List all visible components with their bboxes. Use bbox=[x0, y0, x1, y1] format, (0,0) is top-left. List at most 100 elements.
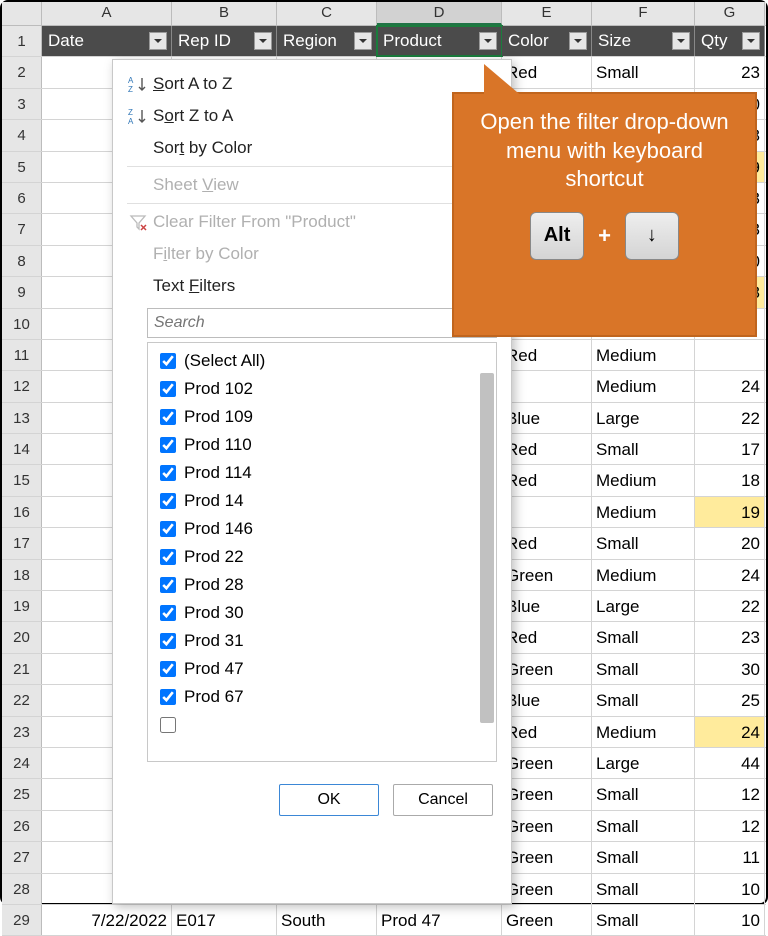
checkbox[interactable] bbox=[160, 577, 176, 593]
cell-size[interactable]: Small bbox=[592, 685, 695, 715]
filter-check-item[interactable]: Prod 114 bbox=[154, 459, 490, 487]
cell-date[interactable]: 7/22/2022 bbox=[42, 905, 172, 935]
checkbox[interactable] bbox=[160, 381, 176, 397]
cell-qty[interactable]: 25 bbox=[695, 685, 765, 715]
row-num[interactable]: 16 bbox=[2, 497, 42, 527]
filter-check-item[interactable]: (Select All) bbox=[154, 347, 490, 375]
cell-size[interactable]: Small bbox=[592, 622, 695, 652]
filter-check-item[interactable]: Prod 67 bbox=[154, 683, 490, 711]
row-num-1[interactable]: 1 bbox=[2, 26, 42, 56]
scrollbar-thumb[interactable] bbox=[480, 373, 494, 723]
row-num[interactable]: 18 bbox=[2, 560, 42, 590]
row-num[interactable]: 27 bbox=[2, 842, 42, 872]
row-num[interactable]: 3 bbox=[2, 89, 42, 119]
cell-size[interactable]: Small bbox=[592, 905, 695, 935]
header-qty[interactable]: Qty bbox=[695, 26, 765, 56]
row-num[interactable]: 25 bbox=[2, 779, 42, 809]
filter-dropdown-icon[interactable] bbox=[354, 32, 372, 50]
cell-color[interactable] bbox=[502, 371, 592, 401]
checkbox[interactable] bbox=[160, 437, 176, 453]
cell-size[interactable]: Medium bbox=[592, 465, 695, 495]
row-num[interactable]: 14 bbox=[2, 434, 42, 464]
cancel-button[interactable]: Cancel bbox=[393, 784, 493, 816]
cell-color[interactable]: Red bbox=[502, 465, 592, 495]
filter-check-item[interactable]: Prod 14 bbox=[154, 487, 490, 515]
cell-qty[interactable]: 24 bbox=[695, 560, 765, 590]
filter-check-item[interactable] bbox=[154, 711, 490, 739]
cell-color[interactable]: Red bbox=[502, 340, 592, 370]
cell-size[interactable]: Medium bbox=[592, 340, 695, 370]
cell-color[interactable]: Red bbox=[502, 434, 592, 464]
cell-color[interactable]: Red bbox=[502, 717, 592, 747]
row-num[interactable]: 24 bbox=[2, 748, 42, 778]
row-num[interactable]: 23 bbox=[2, 717, 42, 747]
cell-color[interactable]: Blue bbox=[502, 403, 592, 433]
checkbox[interactable] bbox=[160, 605, 176, 621]
cell-color[interactable]: Green bbox=[502, 874, 592, 904]
row-num[interactable]: 17 bbox=[2, 528, 42, 558]
cell-size[interactable]: Medium bbox=[592, 371, 695, 401]
cell-qty[interactable]: 10 bbox=[695, 905, 765, 935]
row-num[interactable]: 6 bbox=[2, 183, 42, 213]
row-num[interactable]: 7 bbox=[2, 214, 42, 244]
row-num[interactable]: 12 bbox=[2, 371, 42, 401]
cell-color[interactable]: Green bbox=[502, 811, 592, 841]
row-num[interactable]: 10 bbox=[2, 309, 42, 339]
filter-check-item[interactable]: Prod 30 bbox=[154, 599, 490, 627]
cell-qty[interactable]: 19 bbox=[695, 497, 765, 527]
row-num[interactable]: 2 bbox=[2, 57, 42, 87]
checkbox[interactable] bbox=[160, 689, 176, 705]
cell-size[interactable]: Small bbox=[592, 528, 695, 558]
cell-qty[interactable]: 23 bbox=[695, 57, 765, 87]
cell-qty[interactable]: 24 bbox=[695, 717, 765, 747]
cell-size[interactable]: Medium bbox=[592, 560, 695, 590]
cell-size[interactable]: Medium bbox=[592, 717, 695, 747]
cell-color[interactable]: Green bbox=[502, 842, 592, 872]
col-head-A[interactable]: A bbox=[42, 2, 172, 25]
header-size[interactable]: Size bbox=[592, 26, 695, 56]
cell-color[interactable]: Green bbox=[502, 779, 592, 809]
cell-qty[interactable]: 30 bbox=[695, 654, 765, 684]
header-product[interactable]: Product bbox=[377, 26, 502, 56]
row-num[interactable]: 4 bbox=[2, 120, 42, 150]
filter-dropdown-icon[interactable] bbox=[672, 32, 690, 50]
checkbox[interactable] bbox=[160, 409, 176, 425]
cell-region[interactable]: South bbox=[277, 905, 377, 935]
cell-size[interactable]: Medium bbox=[592, 497, 695, 527]
row-num[interactable]: 5 bbox=[2, 152, 42, 182]
cell-color[interactable]: Red bbox=[502, 622, 592, 652]
cell-color[interactable]: Green bbox=[502, 654, 592, 684]
row-num[interactable]: 26 bbox=[2, 811, 42, 841]
select-all-corner[interactable] bbox=[2, 2, 42, 25]
header-color[interactable]: Color bbox=[502, 26, 592, 56]
cell-color[interactable]: Red bbox=[502, 528, 592, 558]
filter-check-item[interactable]: Prod 28 bbox=[154, 571, 490, 599]
cell-color[interactable]: Green bbox=[502, 905, 592, 935]
cell-qty[interactable]: 24 bbox=[695, 371, 765, 401]
col-head-D[interactable]: D bbox=[377, 2, 502, 25]
cell-qty[interactable] bbox=[695, 340, 765, 370]
cell-color[interactable] bbox=[502, 497, 592, 527]
col-head-F[interactable]: F bbox=[592, 2, 695, 25]
cell-color[interactable]: Blue bbox=[502, 685, 592, 715]
filter-dropdown-icon[interactable] bbox=[479, 32, 497, 50]
row-num[interactable]: 15 bbox=[2, 465, 42, 495]
checkbox[interactable] bbox=[160, 353, 176, 369]
cell-size[interactable]: Small bbox=[592, 434, 695, 464]
row-num[interactable]: 8 bbox=[2, 246, 42, 276]
cell-repid[interactable]: E017 bbox=[172, 905, 277, 935]
row-num[interactable]: 28 bbox=[2, 874, 42, 904]
filter-check-item[interactable]: Prod 31 bbox=[154, 627, 490, 655]
col-head-B[interactable]: B bbox=[172, 2, 277, 25]
cell-qty[interactable]: 11 bbox=[695, 842, 765, 872]
checkbox[interactable] bbox=[160, 717, 176, 733]
col-head-C[interactable]: C bbox=[277, 2, 377, 25]
filter-dropdown-icon[interactable] bbox=[254, 32, 272, 50]
cell-size[interactable]: Large bbox=[592, 748, 695, 778]
checkbox[interactable] bbox=[160, 493, 176, 509]
cell-color[interactable]: Green bbox=[502, 748, 592, 778]
cell-size[interactable]: Small bbox=[592, 779, 695, 809]
row-num[interactable]: 13 bbox=[2, 403, 42, 433]
filter-search-input[interactable] bbox=[147, 308, 497, 338]
filter-check-item[interactable]: Prod 102 bbox=[154, 375, 490, 403]
